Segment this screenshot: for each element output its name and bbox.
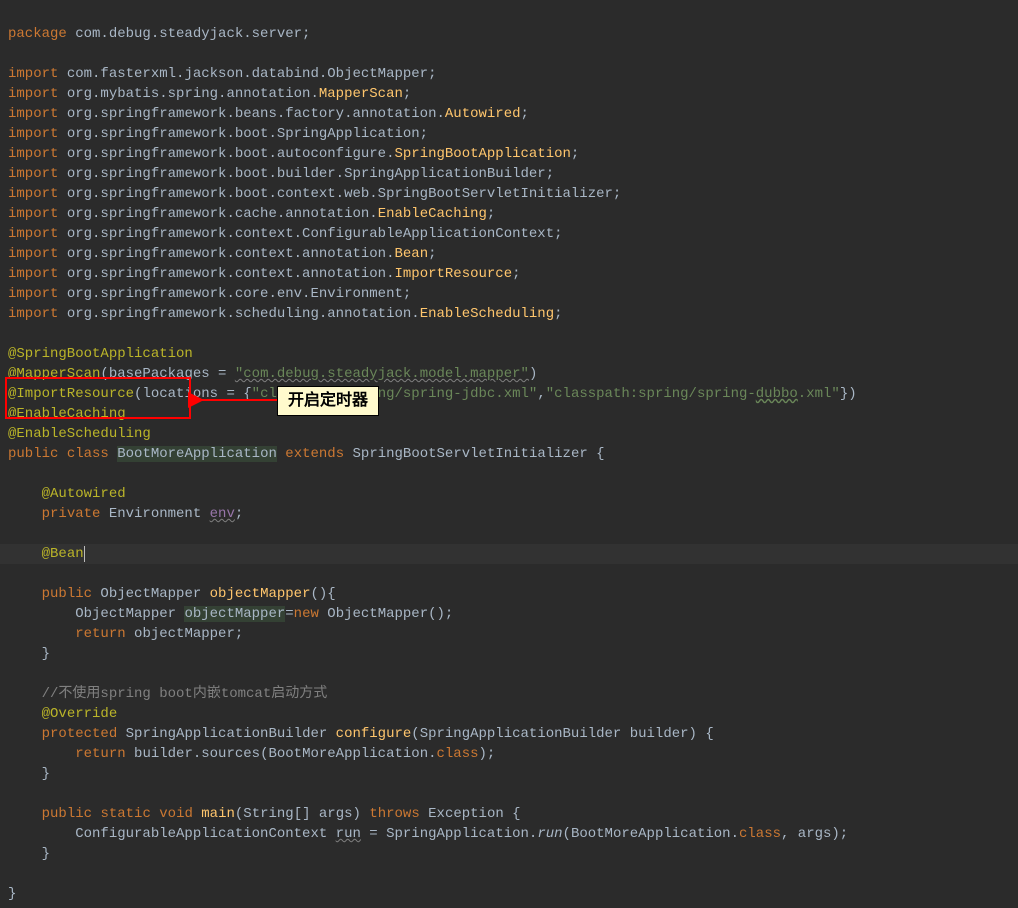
line: import org.mybatis.spring.annotation.Map… — [8, 86, 411, 102]
line: import org.springframework.scheduling.an… — [8, 306, 563, 322]
line: @Override — [8, 706, 117, 722]
line: import org.springframework.context.annot… — [8, 246, 437, 262]
line: protected SpringApplicationBuilder confi… — [8, 726, 714, 742]
line: import com.fasterxml.jackson.databind.Ob… — [8, 66, 436, 82]
line: import org.springframework.beans.factory… — [8, 106, 529, 122]
line: public ObjectMapper objectMapper(){ — [8, 586, 336, 602]
line: @MapperScan(basePackages = "com.debug.st… — [8, 366, 537, 382]
line: import org.springframework.boot.autoconf… — [8, 146, 579, 162]
line: import org.springframework.context.annot… — [8, 266, 521, 282]
line: import org.springframework.boot.SpringAp… — [8, 126, 428, 142]
line: import org.springframework.boot.builder.… — [8, 166, 554, 182]
line: @ImportResource(locations = {"classpath:… — [8, 386, 857, 402]
line-current: @Bean — [0, 544, 1018, 564]
line: public class BootMoreApplication extends… — [8, 446, 605, 462]
line: } — [8, 766, 50, 782]
line: public static void main(String[] args) t… — [8, 806, 521, 822]
line: return builder.sources(BootMoreApplicati… — [8, 746, 495, 762]
line: return objectMapper; — [8, 626, 243, 642]
code-editor[interactable]: package com.debug.steadyjack.server; imp… — [0, 0, 1018, 908]
line: @Autowired — [8, 486, 126, 502]
line: import org.springframework.cache.annotat… — [8, 206, 495, 222]
line: import org.springframework.context.Confi… — [8, 226, 563, 242]
line: @EnableCaching — [8, 406, 126, 422]
line: import org.springframework.core.env.Envi… — [8, 286, 411, 302]
line: ObjectMapper objectMapper=new ObjectMapp… — [8, 606, 453, 622]
line: private Environment env; — [8, 506, 243, 522]
line: ConfigurableApplicationContext run = Spr… — [8, 826, 848, 842]
line: } — [8, 646, 50, 662]
line: @EnableScheduling — [8, 426, 151, 442]
line: //不使用spring boot内嵌tomcat启动方式 — [8, 686, 327, 702]
line: import org.springframework.boot.context.… — [8, 186, 621, 202]
line: } — [8, 886, 16, 902]
line: @SpringBootApplication — [8, 346, 193, 362]
line: package com.debug.steadyjack.server; — [8, 26, 310, 42]
